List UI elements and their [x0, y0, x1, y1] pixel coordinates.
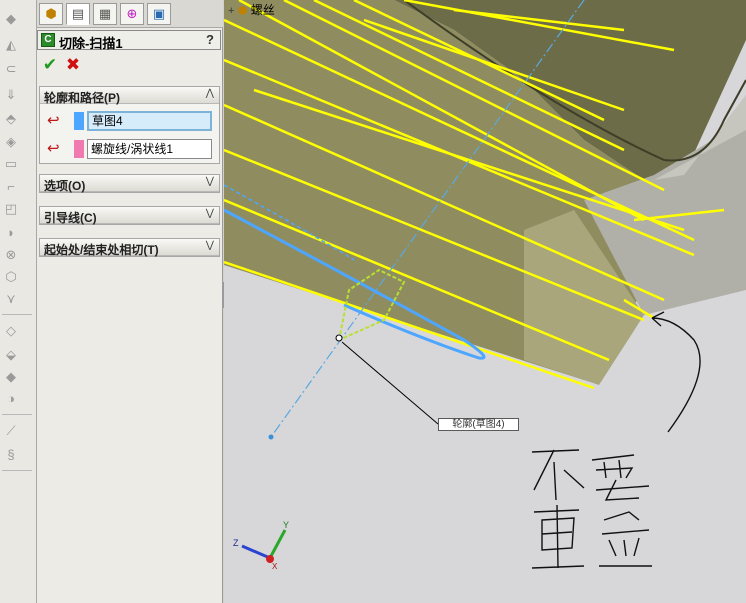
profile-path-group-header[interactable]: 轮廓和路径(P) ⋀	[40, 87, 219, 105]
help-button[interactable]: ?	[206, 32, 214, 47]
chevron-down-icon[interactable]: ⋁	[206, 240, 214, 251]
annotation-arrow	[651, 311, 701, 433]
linear-pattern-icon[interactable]: ⬙	[2, 346, 20, 364]
reference-triad: Y Z X	[233, 520, 289, 570]
manager-tabs: ⬢ ▤ ▦ ⊕ ▣	[37, 0, 223, 28]
fillet-icon[interactable]: ◰	[2, 200, 20, 218]
chamfer-icon[interactable]: ◗	[2, 224, 20, 242]
feature-manager-tab[interactable]: ⬢	[39, 3, 63, 25]
profile-callout[interactable]: 轮廓(草图4)	[438, 418, 519, 431]
ok-button[interactable]: ✔	[41, 56, 59, 74]
display-manager-icon: ▣	[152, 6, 166, 21]
mirror-icon[interactable]: ◑	[2, 390, 20, 408]
profile-color-swatch	[74, 112, 84, 130]
swept-cut-icon: C	[41, 33, 55, 47]
graphics-area[interactable]: + ⬢ 螺丝 轮廓(草图4) Y Z X	[224, 0, 746, 603]
axis-endpoint	[268, 434, 274, 440]
extruded-boss-icon[interactable]: ◆	[2, 10, 20, 28]
feature-header: C 切除-扫描1 ?	[37, 30, 221, 51]
hole-wizard-icon[interactable]: ◇	[2, 322, 20, 340]
swept-boss-icon[interactable]: ⊂	[2, 60, 20, 78]
extruded-cut-icon[interactable]: ⬘	[2, 110, 20, 128]
triad-z-label: Z	[233, 538, 239, 548]
profile-icon: ↩	[47, 112, 60, 129]
dimxpert-icon: ⊕	[126, 6, 138, 21]
curves-icon[interactable]: §	[2, 446, 20, 464]
path-selection-box[interactable]: 螺旋线/涡状线1	[87, 139, 212, 159]
path-color-swatch	[74, 140, 84, 158]
options-group-header[interactable]: 选项(O) ⋁	[40, 175, 219, 193]
property-manager-panel: ⬢ ▤ ▦ ⊕ ▣ C 切除-扫描1 ? ✔ ✖ 轮廓和路径(P) ⋀ ↩ 草图…	[37, 0, 223, 603]
chevron-down-icon[interactable]: ⋁	[206, 176, 214, 187]
triad-y-label: Y	[283, 520, 289, 530]
model-viewport[interactable]	[224, 0, 746, 603]
feature-title: 切除-扫描1	[59, 36, 123, 51]
group-title: 引导线(C)	[44, 211, 97, 225]
dimxpert-tab[interactable]: ⊕	[120, 3, 144, 25]
revolved-boss-icon[interactable]: ◭	[2, 36, 20, 54]
circular-pattern-icon[interactable]: ◆	[2, 368, 20, 386]
swept-cut-icon[interactable]: ▭	[2, 155, 20, 173]
part-name: 螺丝	[250, 3, 275, 17]
annotation-handwriting	[531, 449, 652, 569]
configuration-manager-icon: ▦	[98, 6, 112, 21]
display-manager-tab[interactable]: ▣	[147, 3, 171, 25]
path-selection-row: ↩ 螺旋线/涡状线1	[40, 139, 219, 159]
toolbar-separator	[2, 414, 32, 415]
shell-icon[interactable]: ⬡	[2, 268, 20, 286]
group-title: 轮廓和路径(P)	[44, 91, 120, 105]
feature-tree-root[interactable]: + ⬢ 螺丝	[228, 1, 275, 17]
features-toolbar: ◆ ◭ ⊂ ⇓ ⬘ ◈ ▭ ⌐ ◰ ◗ ⊗ ⬡ ⋎ ◇ ⬙ ◆ ◑ ⟋ §	[0, 0, 37, 603]
tangency-group-header[interactable]: 起始处/结束处相切(T) ⋁	[40, 239, 219, 257]
toolbar-separator	[2, 470, 32, 471]
configuration-manager-tab[interactable]: ▦	[93, 3, 117, 25]
triad-x-label: X	[272, 562, 278, 570]
guide-curves-group-header[interactable]: 引导线(C) ⋁	[40, 207, 219, 225]
toolbar-separator	[2, 314, 32, 315]
profile-selection-box[interactable]: 草图4	[87, 111, 212, 131]
chevron-up-icon[interactable]: ⋀	[206, 88, 214, 99]
rib-icon[interactable]: ⊗	[2, 246, 20, 264]
group-title: 起始处/结束处相切(T)	[44, 243, 159, 257]
path-icon: ↩	[47, 140, 60, 157]
guide-curves-group[interactable]: 引导线(C) ⋁	[39, 206, 220, 225]
revolved-cut-icon[interactable]: ◈	[2, 133, 20, 151]
property-manager-tab[interactable]: ▤	[66, 3, 90, 25]
profile-vertex	[335, 334, 343, 342]
profile-path-group: 轮廓和路径(P) ⋀ ↩ 草图4 ↩ 螺旋线/涡状线1	[39, 86, 220, 164]
group-title: 选项(O)	[44, 179, 86, 193]
lofted-boss-icon[interactable]: ⇓	[2, 86, 20, 104]
chevron-down-icon[interactable]: ⋁	[206, 208, 214, 219]
callout-leader	[341, 341, 439, 425]
lofted-cut-icon[interactable]: ⌐	[2, 178, 20, 196]
profile-selection-row: ↩ 草图4	[40, 111, 219, 131]
cancel-button[interactable]: ✖	[64, 56, 82, 74]
tangency-group[interactable]: 起始处/结束处相切(T) ⋁	[39, 238, 220, 257]
property-manager-icon: ▤	[71, 6, 85, 21]
reference-geometry-icon[interactable]: ⟋	[2, 422, 20, 440]
options-group[interactable]: 选项(O) ⋁	[39, 174, 220, 193]
draft-icon[interactable]: ⋎	[2, 290, 20, 308]
part-icon: ⬢	[237, 5, 248, 17]
feature-manager-icon: ⬢	[45, 6, 57, 21]
expand-icon[interactable]: +	[228, 5, 234, 17]
